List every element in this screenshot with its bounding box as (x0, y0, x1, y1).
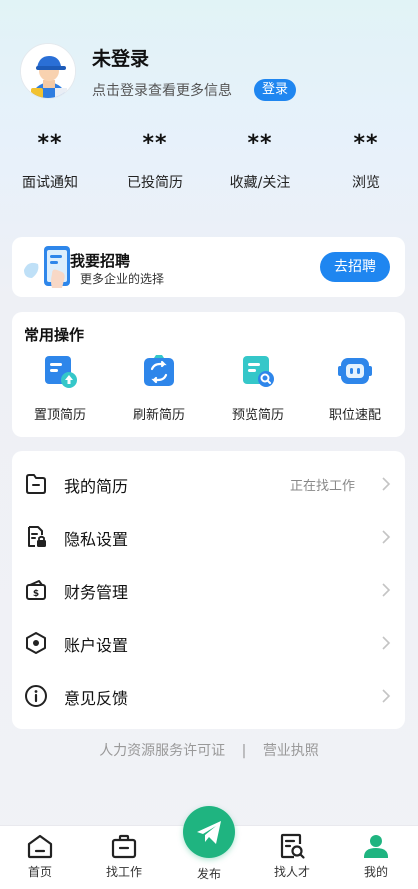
business-license-link[interactable]: 营业执照 (263, 743, 319, 759)
wallet-icon: $ (24, 578, 48, 602)
stat-interview-notice[interactable]: ** 面试通知 (10, 130, 90, 192)
nav-tab-mine[interactable]: 我的 (336, 832, 416, 880)
login-button[interactable]: 登录 (254, 79, 297, 101)
recruit-title: 我要招聘 (70, 252, 131, 270)
menu-item-label: 我的简历 (64, 477, 129, 496)
chevron-right-icon (379, 688, 393, 704)
briefcase-icon (110, 832, 138, 860)
publish-button[interactable] (183, 806, 235, 858)
menu-item-my-resume[interactable]: 我的简历 正在找工作 (12, 458, 405, 510)
stat-value: ** (142, 131, 168, 156)
quick-action-preview-resume[interactable]: 预览简历 (209, 354, 307, 423)
nav-label: 找工作 (105, 865, 142, 879)
menu-item-feedback[interactable]: 意见反馈 (12, 670, 405, 722)
profile-icon (362, 832, 390, 860)
stat-views[interactable]: ** 浏览 (326, 130, 406, 192)
quick-actions-title: 常用操作 (24, 326, 85, 344)
nav-tab-find-job[interactable]: 找工作 (84, 832, 164, 880)
footer-separator: | (241, 743, 247, 759)
quick-action-job-match[interactable]: 职位速配 (306, 354, 404, 423)
svg-text:$: $ (33, 589, 39, 599)
login-hint-text[interactable]: 点击登录查看更多信息 (92, 80, 232, 100)
quick-action-refresh-resume[interactable]: 刷新简历 (110, 354, 208, 423)
quick-action-label: 置顶简历 (33, 408, 86, 423)
chevron-right-icon (379, 529, 393, 545)
info-icon (24, 684, 48, 708)
stat-value: ** (247, 131, 273, 156)
menu-item-privacy-settings[interactable]: 隐私设置 (12, 511, 405, 563)
find-talent-icon (278, 832, 306, 860)
menu-item-label: 隐私设置 (64, 530, 129, 549)
nav-tab-home[interactable]: 首页 (0, 832, 80, 880)
go-recruit-button[interactable]: 去招聘 (320, 252, 390, 282)
nav-label: 我的 (363, 865, 388, 879)
avatar[interactable] (20, 43, 76, 99)
hr-service-license-link[interactable]: 人力资源服务许可证 (99, 743, 225, 759)
folder-icon (24, 472, 48, 496)
quick-action-pin-resume[interactable]: 置顶简历 (11, 354, 109, 423)
nav-label: 首页 (27, 865, 52, 879)
footer-links: 人力资源服务许可证 | 营业执照 (0, 740, 418, 760)
stat-label: 已投简历 (127, 175, 183, 191)
stat-value: ** (353, 131, 379, 156)
quick-action-label: 职位速配 (328, 408, 381, 423)
chevron-right-icon (379, 582, 393, 598)
preview-resume-icon (239, 354, 277, 390)
stat-favorites-follows[interactable]: ** 收藏/关注 (220, 130, 300, 192)
chevron-right-icon (379, 635, 393, 651)
menu-item-label: 意见反馈 (64, 689, 129, 708)
quick-action-label: 预览简历 (231, 408, 284, 423)
stat-label: 浏览 (352, 175, 380, 191)
menu-item-label: 财务管理 (64, 583, 129, 602)
stat-label: 收藏/关注 (229, 175, 291, 191)
stat-value: ** (37, 131, 63, 156)
privacy-lock-icon (24, 525, 48, 549)
refresh-resume-icon (140, 354, 178, 390)
stat-label: 面试通知 (22, 175, 78, 191)
settings-hexagon-icon (24, 631, 48, 655)
nav-label: 找人才 (273, 865, 310, 879)
job-match-robot-icon (336, 354, 374, 390)
recruit-subtitle: 更多企业的选择 (80, 272, 165, 286)
chevron-right-icon (379, 476, 393, 492)
nav-tab-find-talent[interactable]: 找人才 (252, 832, 332, 880)
login-status-name[interactable]: 未登录 (92, 44, 149, 71)
pin-resume-icon (41, 354, 79, 390)
stat-applied-resumes[interactable]: ** 已投简历 (115, 130, 195, 192)
home-icon (26, 832, 54, 860)
publish-label[interactable]: 发布 (183, 865, 235, 882)
menu-item-account-settings[interactable]: 账户设置 (12, 617, 405, 669)
menu-item-label: 账户设置 (64, 636, 129, 655)
menu-item-finance-management[interactable]: $ 财务管理 (12, 564, 405, 616)
send-icon (197, 821, 221, 844)
quick-action-label: 刷新简历 (132, 408, 185, 423)
job-status-text: 正在找工作 (289, 479, 355, 494)
